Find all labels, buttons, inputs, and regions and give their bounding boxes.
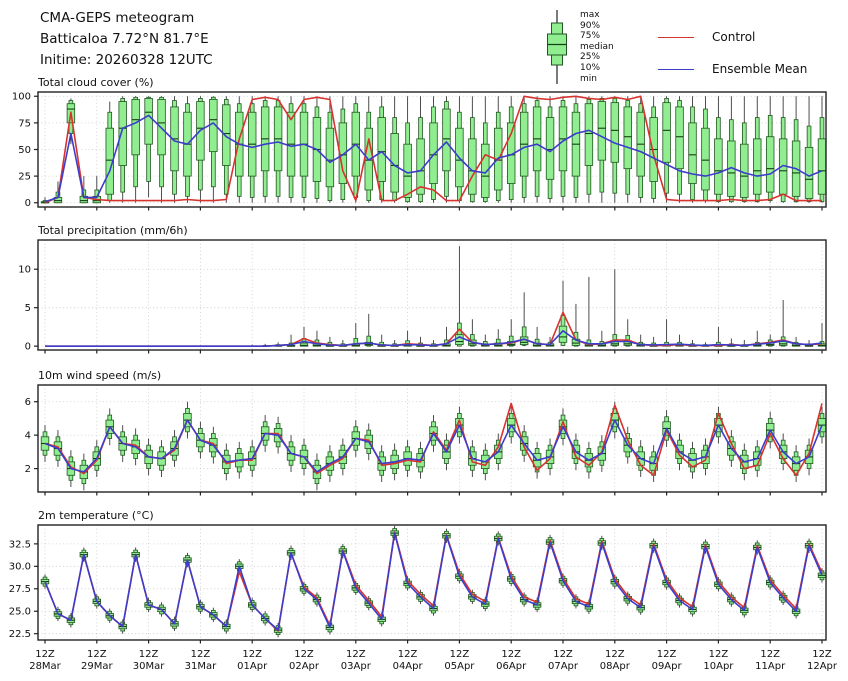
y-tick-label: 6 (25, 397, 31, 408)
y-tick-label: 75 (18, 118, 31, 129)
panel-precipitation: 0 5 10 Total precipitation (mm/6h) (18, 224, 827, 354)
boxplot-legend: max 90% 75% median 25% 10% min (540, 4, 614, 88)
x-tick-time: 12Z (450, 649, 470, 660)
y-tick-label: 50 (18, 145, 31, 156)
box-whisker-group (248, 246, 826, 347)
x-tick-date: 30Mar (133, 661, 165, 672)
x-tick-date: 31Mar (185, 661, 217, 672)
x-tick-time: 12Z (553, 649, 573, 660)
y-tick-label: 2 (25, 464, 31, 475)
x-tick-date: 12Apr (807, 661, 838, 672)
x-tick-date: 08Apr (600, 661, 631, 672)
y-tick-label: 30.0 (9, 562, 31, 573)
legend-control-row: Control (658, 26, 807, 48)
x-tick-time: 12Z (657, 649, 677, 660)
x-tick-date: 09Apr (652, 661, 683, 672)
legend-label-25: 25% (580, 52, 601, 63)
y-tick-label: 25.0 (9, 607, 31, 618)
boxplot-legend-labels: max 90% 75% median 25% 10% min (580, 4, 614, 88)
panel-title: Total cloud cover (%) (37, 78, 154, 89)
y-tick-label: 100 (12, 92, 31, 103)
panel-title: 2m temperature (°C) (38, 509, 154, 522)
x-tick-time: 12Z (501, 649, 521, 660)
box-whisker-group (40, 525, 826, 638)
legend-label-10: 10% (580, 62, 601, 73)
init-time: Initime: 20260328 12UTC (40, 52, 213, 68)
legend-label-median: median (580, 41, 614, 52)
panel-frame (37, 524, 827, 641)
x-tick-time: 12Z (709, 649, 729, 660)
legend-label-max: max (580, 10, 600, 20)
x-tick-time: 12Z (242, 649, 262, 660)
x-axis-labels: 12Z28Mar12Z29Mar12Z30Mar12Z31Mar12Z01Apr… (29, 649, 838, 672)
legend-label-90: 90% (580, 20, 601, 31)
x-tick-date: 03Apr (341, 661, 372, 672)
control-line-swatch (658, 36, 694, 38)
ensemble-mean-label: Ensemble Mean (712, 62, 808, 76)
x-tick-time: 12Z (294, 649, 314, 660)
panel-temperature: 22.5 25.0 27.5 30.0 32.5 2m temperature (°C) (9, 509, 827, 644)
panel-title: 10m wind speed (m/s) (38, 369, 161, 382)
x-tick-date: 01Apr (237, 661, 268, 672)
y-tick-label: 25 (18, 172, 31, 183)
x-tick-time: 12Z (35, 649, 55, 660)
y-tick-label: 4 (25, 431, 31, 442)
legend-ensemble-row: Ensemble Mean (658, 58, 807, 80)
y-tick-label: 10 (18, 265, 31, 276)
grid-lines (38, 240, 826, 350)
y-tick-label: 0 (25, 342, 31, 353)
panel-cloud-cover: 0 25 50 75 100 Total cloud cover (%) (12, 78, 827, 211)
box-whisker-group (40, 401, 826, 491)
y-tick-label: 27.5 (9, 584, 31, 595)
x-tick-time: 12Z (812, 649, 832, 660)
ensemble-mean-line-swatch (658, 68, 694, 70)
x-tick-date: 02Apr (289, 661, 320, 672)
x-tick-date: 04Apr (393, 661, 424, 672)
page-title: CMA-GEPS meteogram (40, 10, 195, 26)
header: CMA-GEPS meteogram Batticaloa 7.72°N 81.… (40, 8, 213, 71)
x-tick-date: 11Apr (755, 661, 786, 672)
box-whisker-group (40, 96, 826, 204)
meteogram-chart: 0 25 50 75 100 Total cloud cover (%) 0 5 10 Total… (9, 78, 838, 672)
x-tick-time: 12Z (87, 649, 107, 660)
boxplot-legend-glyph (547, 10, 567, 84)
grid-lines (38, 525, 826, 640)
x-tick-date: 10Apr (703, 661, 734, 672)
x-tick-time: 12Z (191, 649, 211, 660)
panel-wind-speed: 2 4 6 10m wind speed (m/s) (25, 369, 827, 496)
x-tick-date: 29Mar (81, 661, 113, 672)
panel-title: Total precipitation (mm/6h) (37, 224, 188, 237)
x-tick-time: 12Z (605, 649, 625, 660)
x-tick-date: 05Apr (444, 661, 475, 672)
meteogram-page: CMA-GEPS meteogram Batticaloa 7.72°N 81.… (0, 0, 848, 681)
y-tick-label: 32.5 (9, 539, 31, 550)
control-label: Control (712, 30, 756, 44)
y-tick-label: 5 (25, 303, 31, 314)
x-tick-date: 28Mar (29, 661, 61, 672)
x-tick-time: 12Z (139, 649, 159, 660)
x-tick-date: 06Apr (496, 661, 527, 672)
x-tick-time: 12Z (398, 649, 418, 660)
x-tick-time: 12Z (346, 649, 366, 660)
legend-label-75: 75% (580, 31, 601, 42)
x-tick-date: 07Apr (548, 661, 579, 672)
station-location: Batticaloa 7.72°N 81.7°E (40, 31, 209, 47)
y-tick-label: 0 (25, 198, 31, 209)
y-tick-label: 22.5 (9, 629, 31, 640)
panel-frame (37, 239, 827, 351)
x-tick-time: 12Z (760, 649, 780, 660)
